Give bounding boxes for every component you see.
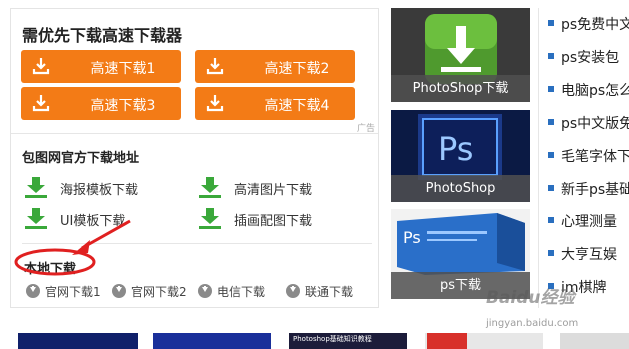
download-icon — [206, 58, 224, 75]
watermark-url: jingyan.baidu.com — [486, 318, 579, 329]
bullet-icon — [548, 86, 554, 92]
list-item-label: 电脑ps怎么 — [561, 83, 629, 99]
divider — [11, 133, 378, 134]
fast-download-button-4[interactable]: 高速下载4 — [195, 87, 355, 120]
bottom-thumbnail[interactable]: Photoshop基础知识教程 — [289, 333, 407, 349]
tile-photoshop-download[interactable]: PhotoShop下载 — [391, 8, 530, 102]
bullet-icon — [548, 53, 554, 59]
bottom-thumbnail[interactable] — [425, 333, 543, 349]
download-circle-icon — [112, 284, 126, 298]
bullet-icon — [548, 20, 554, 26]
green-download-icon — [199, 208, 221, 229]
thumbnail-text: Photoshop基础知识教程 — [293, 335, 372, 343]
mirror-link-label: 联通下载 — [305, 285, 354, 299]
panel-title: 需优先下载高速下载器 — [22, 26, 183, 45]
green-download-icon — [25, 177, 47, 198]
ps-logo-icon: Ps — [418, 114, 502, 180]
mirror-link-label: 官网下载1 — [45, 285, 101, 299]
list-item-label: 毛笔字体下 — [561, 149, 629, 165]
list-item[interactable]: 大亨互娱 — [548, 244, 617, 264]
list-item[interactable]: 毛笔字体下 — [548, 146, 629, 166]
bullet-icon — [548, 185, 554, 191]
download-icon — [206, 95, 224, 112]
list-item-label: 大亨互娱 — [561, 247, 617, 263]
list-item-label: 新手ps基础 — [561, 182, 629, 198]
bottom-thumbnail[interactable] — [153, 333, 271, 349]
tile-caption: PhotoShop下载 — [391, 75, 530, 102]
green-download-icon — [199, 177, 221, 198]
mirror-link-1[interactable]: 官网下载1 — [26, 283, 101, 300]
svg-text:Ps: Ps — [403, 228, 421, 247]
list-item[interactable]: 新手ps基础 — [548, 179, 629, 199]
bottom-thumbnail[interactable] — [560, 333, 629, 349]
download-circle-icon — [286, 284, 300, 298]
green-download-icon — [25, 208, 47, 229]
list-item[interactable]: 心理测量 — [548, 211, 617, 231]
fast-download-button-1[interactable]: 高速下载1 — [21, 50, 181, 83]
watermark-logo: Baidu经验 — [486, 288, 575, 308]
button-label: 高速下载3 — [90, 98, 156, 114]
fast-download-button-2[interactable]: 高速下载2 — [195, 50, 355, 83]
mirror-link-label: 官网下载2 — [131, 285, 187, 299]
list-item[interactable]: ps中文版免 — [548, 113, 629, 133]
download-circle-icon — [198, 284, 212, 298]
button-label: 高速下载1 — [90, 61, 156, 77]
bullet-icon — [548, 119, 554, 125]
list-divider — [538, 8, 539, 308]
download-icon — [425, 14, 497, 84]
download-icon — [32, 95, 50, 112]
svg-text:Ps: Ps — [438, 130, 473, 168]
tile-photoshop[interactable]: Ps PhotoShop — [391, 110, 530, 202]
download-circle-icon — [26, 284, 40, 298]
list-item[interactable]: ps免费中文 — [548, 14, 629, 34]
link-label: 海报模板下载 — [60, 183, 139, 198]
button-label: 高速下载2 — [264, 61, 330, 77]
list-item[interactable]: 电脑ps怎么 — [548, 80, 629, 100]
bullet-icon — [548, 152, 554, 158]
button-label: 高速下载4 — [264, 98, 330, 114]
fast-download-button-3[interactable]: 高速下载3 — [21, 87, 181, 120]
pdf-icon — [427, 333, 467, 349]
official-download-title: 包图网官方下载地址 — [22, 151, 140, 166]
red-arrow-annotation — [72, 219, 131, 255]
mirror-link-4[interactable]: 联通下载 — [286, 283, 353, 300]
list-item-label: 心理测量 — [561, 214, 617, 230]
bullet-icon — [548, 250, 554, 256]
link-label: 插画配图下载 — [234, 214, 313, 229]
mirror-link-label: 电信下载 — [217, 285, 266, 299]
list-item-label: ps免费中文 — [561, 17, 629, 33]
link-label: 高清图片下载 — [234, 183, 313, 198]
bottom-thumbnail[interactable] — [18, 333, 138, 349]
download-icon — [32, 58, 50, 75]
bullet-icon — [548, 217, 554, 223]
ps-box-icon: Ps — [397, 213, 525, 275]
list-item-label: ps安装包 — [561, 50, 620, 66]
tile-caption: PhotoShop — [391, 175, 530, 202]
list-item-label: ps中文版免 — [561, 116, 629, 132]
list-item[interactable]: ps安装包 — [548, 47, 619, 67]
mirror-link-2[interactable]: 官网下载2 — [112, 283, 187, 300]
mirror-link-3[interactable]: 电信下载 — [198, 283, 265, 300]
